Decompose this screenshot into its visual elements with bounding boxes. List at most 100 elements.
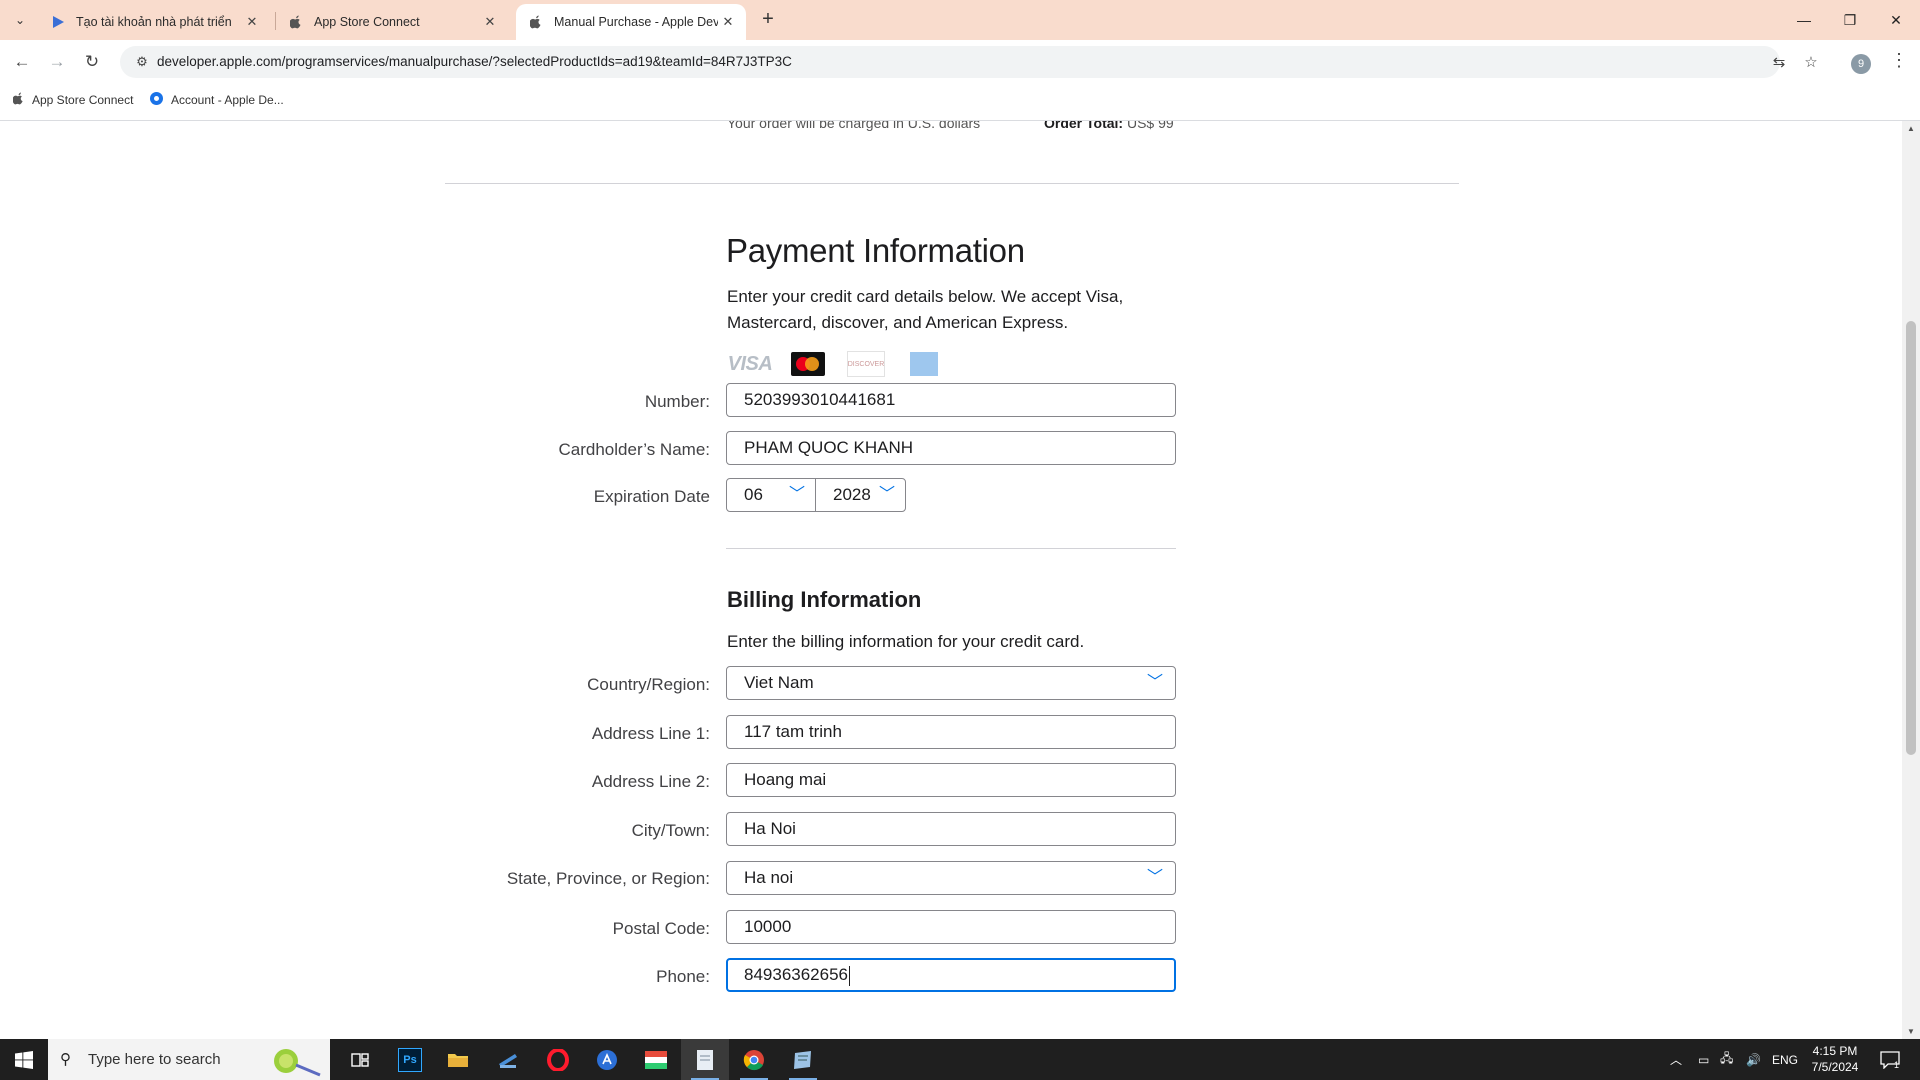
state-value: Ha noi bbox=[744, 868, 794, 887]
developer-play-icon bbox=[50, 14, 66, 30]
scrollbar-thumb[interactable] bbox=[1906, 321, 1916, 755]
address1-label: Address Line 1: bbox=[591, 724, 710, 743]
volume-icon[interactable]: 🔊 bbox=[1746, 1039, 1761, 1080]
system-clock[interactable]: 4:15 PM 7/5/2024 bbox=[1800, 1043, 1870, 1075]
bookmarks-bar: App Store Connect Account - Apple De... bbox=[0, 84, 1920, 121]
translate-icon[interactable]: ⇆ bbox=[1769, 52, 1789, 72]
bookmark-label: App Store Connect bbox=[32, 93, 134, 107]
clock-date: 7/5/2024 bbox=[1811, 1060, 1859, 1074]
scroll-down-arrow-icon[interactable]: ▼ bbox=[1907, 1027, 1915, 1036]
phone-field[interactable]: 84936362656 bbox=[726, 958, 1176, 992]
close-window-icon[interactable]: ✕ bbox=[1873, 0, 1919, 40]
country-value: Viet Nam bbox=[744, 673, 814, 692]
profile-avatar[interactable]: 9 bbox=[1851, 54, 1871, 74]
state-select[interactable]: Ha noi ﹀ bbox=[726, 861, 1176, 895]
tab-title: Tạo tài khoản nhà phát triển bbox=[76, 15, 232, 29]
windows-start-icon[interactable] bbox=[0, 1039, 48, 1080]
restore-icon[interactable]: ❐ bbox=[1827, 0, 1873, 40]
tab-app-store-connect[interactable]: App Store Connect ✕ bbox=[276, 4, 508, 40]
photoshop-icon[interactable]: Ps bbox=[386, 1039, 434, 1080]
country-select[interactable]: Viet Nam ﹀ bbox=[726, 666, 1176, 700]
city-field[interactable]: Ha Noi bbox=[726, 812, 1176, 846]
address2-field[interactable]: Hoang mai bbox=[726, 763, 1176, 797]
task-view-icon[interactable] bbox=[336, 1039, 384, 1080]
mastercard-logo-icon bbox=[787, 351, 829, 377]
city-label: City/Town: bbox=[631, 821, 710, 840]
country-label: Country/Region: bbox=[587, 675, 710, 694]
show-hidden-icons[interactable]: ︿ bbox=[1670, 1039, 1682, 1080]
bookmark-star-icon[interactable]: ☆ bbox=[1801, 52, 1821, 72]
payment-info-heading: Payment Information bbox=[726, 232, 1025, 269]
address-bar[interactable]: ⚙ developer.apple.com/programservices/ma… bbox=[120, 46, 1818, 78]
chevron-down-icon: ﹀ bbox=[1146, 674, 1163, 691]
document-app-icon[interactable] bbox=[779, 1039, 827, 1080]
scroll-up-arrow-icon[interactable]: ▲ bbox=[1907, 124, 1915, 133]
discover-logo-icon: DISCOVER bbox=[845, 351, 887, 377]
windows-taskbar: ⚲ Type here to search Ps ︿ ▭ 🖧 🔊 ENG 4:1… bbox=[0, 1039, 1920, 1080]
apple-account-icon bbox=[150, 92, 163, 108]
new-tab-plus-icon[interactable]: + bbox=[756, 8, 780, 32]
order-total-label: Order Total: bbox=[1044, 121, 1124, 131]
minimize-icon[interactable]: — bbox=[1781, 0, 1827, 40]
forward-arrow-icon[interactable]: → bbox=[43, 48, 71, 76]
order-currency-note: Your order will be charged in U.S. dolla… bbox=[727, 121, 981, 131]
bookmark-apple-account[interactable]: Account - Apple De... bbox=[150, 92, 284, 108]
more-menu-icon[interactable]: ⋮ bbox=[1890, 50, 1908, 71]
address2-label: Address Line 2: bbox=[591, 772, 710, 791]
web-page: Your order will be charged in U.S. dolla… bbox=[0, 121, 1902, 1039]
tab-title: Manual Purchase - Apple Devel bbox=[554, 15, 718, 29]
card-number-label: Number: bbox=[644, 392, 710, 411]
media-app-icon[interactable] bbox=[632, 1039, 680, 1080]
tab-create-developer-account[interactable]: Tạo tài khoản nhà phát triển ✕ bbox=[38, 4, 270, 40]
tab-manual-purchase[interactable]: Manual Purchase - Apple Devel ✕ bbox=[516, 4, 746, 40]
clock-time: 4:15 PM bbox=[1812, 1044, 1858, 1058]
amex-logo-icon bbox=[903, 351, 945, 377]
meet-now-icon[interactable]: ▭ bbox=[1698, 1039, 1709, 1080]
page-scrollbar[interactable]: ▲ ▼ bbox=[1902, 121, 1920, 1039]
postal-code-field[interactable]: 10000 bbox=[726, 910, 1176, 944]
phone-value: 84936362656 bbox=[744, 965, 849, 984]
browser-toolbar: ← → ↻ ⚙ developer.apple.com/programservi… bbox=[0, 40, 1920, 84]
reload-icon[interactable]: ↻ bbox=[78, 48, 106, 76]
notepad-app-icon[interactable] bbox=[681, 1039, 729, 1080]
bookmark-app-store-connect[interactable]: App Store Connect bbox=[12, 92, 134, 108]
close-tab-icon[interactable]: ✕ bbox=[242, 12, 262, 32]
expiration-date-label: Expiration Date bbox=[593, 487, 710, 506]
site-info-icon[interactable]: ⚙ bbox=[132, 52, 152, 72]
opera-icon[interactable] bbox=[534, 1039, 582, 1080]
text-caret bbox=[849, 965, 851, 986]
tab-title: App Store Connect bbox=[314, 15, 420, 29]
billing-info-heading: Billing Information bbox=[727, 587, 922, 612]
billing-info-description: Enter the billing information for your c… bbox=[727, 632, 1085, 651]
cardholder-name-field[interactable]: PHAM QUOC KHANH bbox=[726, 431, 1176, 465]
url-text[interactable]: developer.apple.com/programservices/manu… bbox=[157, 54, 792, 69]
state-label: State, Province, or Region: bbox=[506, 869, 710, 888]
address1-field[interactable]: 117 tam trinh bbox=[726, 715, 1176, 749]
tab-search-chevron-icon[interactable]: ⌄ bbox=[8, 8, 32, 32]
app-store-icon[interactable] bbox=[583, 1039, 631, 1080]
chevron-down-icon: ﹀ bbox=[788, 486, 805, 503]
accepted-cards: VISA DISCOVER bbox=[727, 351, 945, 377]
file-explorer-icon[interactable] bbox=[434, 1039, 482, 1080]
card-number-field[interactable]: 5203993010441681 bbox=[726, 383, 1176, 417]
browser-tab-strip: ⌄ Tạo tài khoản nhà phát triển ✕ App Sto… bbox=[0, 0, 1920, 40]
close-tab-icon[interactable]: ✕ bbox=[480, 12, 500, 32]
bookmark-label: Account - Apple De... bbox=[171, 93, 284, 107]
chrome-icon[interactable] bbox=[730, 1039, 778, 1080]
expiration-month-select[interactable]: 06 ﹀ bbox=[726, 478, 816, 512]
visa-logo-icon: VISA bbox=[727, 352, 773, 375]
order-total: Order Total: US$ 99 bbox=[1044, 121, 1174, 131]
order-total-value: US$ 99 bbox=[1126, 121, 1174, 131]
language-indicator[interactable]: ENG bbox=[1772, 1039, 1798, 1080]
tool-app-icon[interactable] bbox=[484, 1039, 532, 1080]
network-icon[interactable]: 🖧 bbox=[1720, 1039, 1733, 1080]
notifications-icon[interactable]: 1 bbox=[1880, 1039, 1900, 1080]
payment-info-description: Enter your credit card details below. We… bbox=[727, 287, 1124, 332]
taskbar-search-box[interactable]: ⚲ Type here to search bbox=[48, 1039, 330, 1080]
search-icon: ⚲ bbox=[60, 1051, 71, 1068]
expiration-year-select[interactable]: 2028 ﹀ bbox=[815, 478, 906, 512]
search-highlight-art-icon bbox=[274, 1049, 321, 1077]
close-tab-icon[interactable]: ✕ bbox=[718, 12, 738, 32]
back-arrow-icon[interactable]: ← bbox=[8, 48, 36, 76]
phone-label: Phone: bbox=[656, 967, 710, 986]
